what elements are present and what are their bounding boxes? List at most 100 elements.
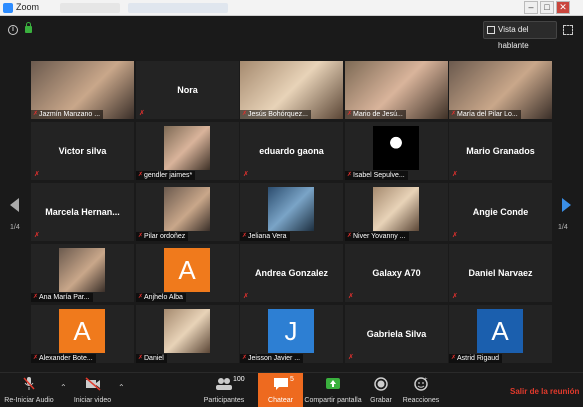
participant-name-label: Niver Yovanny ...: [345, 232, 409, 241]
participant-tile[interactable]: Jeliana Vera ✗: [240, 183, 343, 241]
participant-tile[interactable]: Daniel ✗: [136, 305, 239, 363]
audio-button[interactable]: Re-Iniciar Audio: [4, 373, 54, 407]
participant-name: Andrea Gonzalez: [254, 268, 328, 278]
muted-microphone-icon: ✗: [347, 233, 353, 239]
speaker-view-label: Vista del hablante: [498, 25, 529, 50]
participant-name-label: Mario de Jesú...: [345, 110, 406, 119]
participant-initial-avatar: A: [164, 248, 210, 292]
muted-microphone-icon: ✗: [347, 111, 353, 117]
window-title: Zoom: [16, 2, 40, 12]
participant-profile-picture: [164, 126, 210, 170]
participant-name: Marcela Hernan...: [45, 207, 120, 217]
participant-name-label: Astrid Rigaud: [449, 354, 503, 363]
participant-tile[interactable]: Andrea Gonzalez ✗: [240, 244, 343, 302]
muted-microphone-icon: ✗: [452, 171, 458, 178]
participant-tile[interactable]: María del Pilar Lo... ✗: [449, 61, 552, 119]
participant-tile[interactable]: Gabriela Silva ✗: [345, 305, 448, 363]
next-page-button[interactable]: 1/4: [558, 198, 571, 231]
muted-microphone-icon: ✗: [138, 233, 144, 239]
muted-microphone-icon: ✗: [33, 355, 39, 361]
participant-name-label: Jeliana Vera: [240, 232, 290, 241]
participant-tile[interactable]: Victor silva ✗: [31, 122, 134, 180]
minimize-icon[interactable]: –: [524, 1, 538, 14]
audio-options-chevron-icon[interactable]: ⌃: [60, 383, 67, 392]
chat-badge: 5: [290, 376, 294, 383]
close-icon[interactable]: ✕: [556, 1, 570, 14]
muted-microphone-icon: ✗: [242, 111, 248, 117]
audio-label: Re-Iniciar Audio: [4, 397, 54, 404]
participant-tile[interactable]: Daniel Narvaez ✗: [449, 244, 552, 302]
share-screen-button[interactable]: Compartir pantalla: [304, 373, 362, 407]
participant-profile-picture: [164, 187, 210, 231]
participants-button[interactable]: 100 Participantes: [200, 373, 248, 407]
video-options-chevron-icon[interactable]: ⌃: [118, 383, 125, 392]
muted-microphone-icon: ✗: [33, 294, 39, 300]
muted-microphone-icon: ✗: [452, 293, 458, 300]
participant-tile[interactable]: Jesús Bohórquez... ✗: [240, 61, 343, 119]
muted-microphone-icon: ✗: [138, 294, 144, 300]
chat-button[interactable]: 5 Chatear: [258, 373, 303, 407]
participant-tile[interactable]: Galaxy A70 ✗: [345, 244, 448, 302]
participant-tile[interactable]: eduardo gaona ✗: [240, 122, 343, 180]
reactions-button[interactable]: + Reacciones: [402, 373, 440, 407]
participant-name: Victor silva: [58, 146, 107, 156]
participant-initial-avatar: J: [268, 309, 314, 353]
participant-name-label: María del Pilar Lo...: [449, 110, 521, 119]
participant-name: Mario Granados: [466, 146, 535, 156]
meeting-top-bar: i Vista del hablante: [0, 17, 583, 50]
participant-name-label: gendler jaimes*: [136, 171, 196, 180]
participant-tile[interactable]: Pilar ordoñez ✗: [136, 183, 239, 241]
muted-microphone-icon: ✗: [243, 171, 249, 178]
background-tab: [128, 3, 228, 13]
muted-microphone-icon: [23, 377, 35, 390]
participants-count: 100: [233, 376, 245, 383]
reactions-smiley-icon: +: [414, 377, 428, 391]
muted-microphone-icon: ✗: [451, 111, 457, 117]
info-icon[interactable]: i: [8, 25, 18, 35]
participant-initial-avatar: A: [59, 309, 105, 353]
participant-profile-picture: [373, 187, 419, 231]
arrow-right-icon: [562, 198, 571, 212]
previous-page-button[interactable]: 1/4: [10, 198, 20, 231]
participant-tile[interactable]: gendler jaimes* ✗: [136, 122, 239, 180]
encryption-lock-icon[interactable]: [25, 22, 32, 33]
video-label: Iniciar video: [73, 397, 112, 404]
participant-tile[interactable]: J Jeisson Javier ... ✗: [240, 305, 343, 363]
participant-name-label: Isabel Sepulve...: [345, 171, 408, 180]
participant-tile[interactable]: Isabel Sepulve... ✗: [345, 122, 448, 180]
video-button[interactable]: Iniciar video: [70, 373, 115, 407]
participants-icon: [216, 378, 232, 390]
participant-tile[interactable]: Mario de Jesú... ✗: [345, 61, 448, 119]
participant-tile[interactable]: Niver Yovanny ... ✗: [345, 183, 448, 241]
fullscreen-icon[interactable]: [563, 25, 573, 35]
muted-microphone-icon: ✗: [34, 232, 40, 239]
participant-name-label: Alexander Bote...: [31, 354, 96, 363]
participant-tile[interactable]: Marcela Hernan... ✗: [31, 183, 134, 241]
participant-name-label: Jeisson Javier ...: [240, 354, 304, 363]
muted-microphone-icon: ✗: [138, 355, 144, 361]
participant-tile[interactable]: Angie Conde ✗: [449, 183, 552, 241]
muted-microphone-icon: ✗: [242, 355, 248, 361]
participant-tile[interactable]: A Alexander Bote... ✗: [31, 305, 134, 363]
participant-tile[interactable]: Jazmín Manzano ... ✗: [31, 61, 134, 119]
speaker-view-button[interactable]: Vista del hablante: [483, 21, 557, 50]
participants-label: Participantes: [203, 397, 245, 404]
record-button[interactable]: Grabar: [366, 373, 396, 407]
maximize-icon[interactable]: □: [540, 1, 554, 14]
participant-name: Angie Conde: [472, 207, 529, 217]
page-indicator-right: 1/4: [558, 224, 568, 231]
participant-name: Nora: [177, 85, 198, 95]
participant-tile[interactable]: A Anjhelo Alba ✗: [136, 244, 239, 302]
participant-tile[interactable]: Mario Granados ✗: [449, 122, 552, 180]
participant-profile-picture: [268, 187, 314, 231]
participant-tile[interactable]: A Astrid Rigaud ✗: [449, 305, 552, 363]
participant-tile[interactable]: Ana María Par... ✗: [31, 244, 134, 302]
participant-name: Daniel Narvaez: [468, 268, 533, 278]
muted-microphone-icon: ✗: [243, 293, 249, 300]
record-icon: [374, 377, 388, 391]
svg-text:+: +: [424, 377, 428, 383]
participant-name-label: Jesús Bohórquez...: [240, 110, 311, 119]
participant-tile[interactable]: Nora ✗: [136, 61, 239, 119]
speaker-view-icon: [487, 26, 495, 34]
leave-meeting-button[interactable]: Salir de la reunión: [510, 387, 579, 396]
